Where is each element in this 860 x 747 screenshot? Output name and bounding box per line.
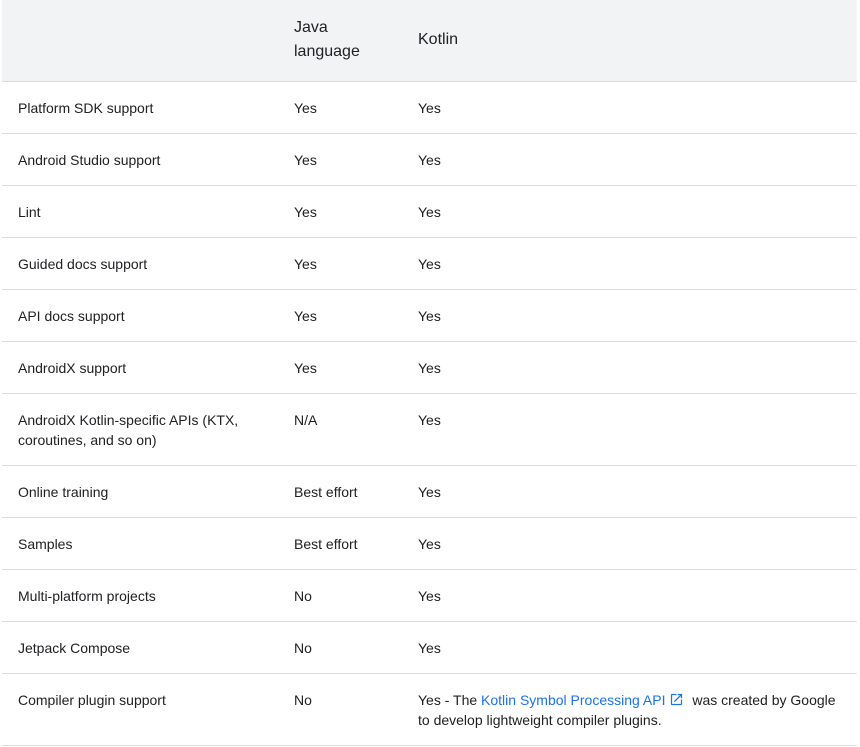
table-header: Java language Kotlin: [2, 0, 857, 82]
feature-cell: Online training: [2, 465, 278, 518]
external-link-icon[interactable]: [669, 692, 684, 707]
table-row: Lint Yes Yes: [2, 185, 857, 238]
java-cell: No: [278, 673, 402, 746]
feature-cell: Samples: [2, 517, 278, 570]
feature-cell: AndroidX support: [2, 341, 278, 394]
java-cell: Best effort: [278, 517, 402, 570]
kotlin-cell: Yes: [402, 237, 857, 290]
ksp-link[interactable]: Kotlin Symbol Processing API: [481, 692, 665, 708]
feature-cell: Compiler plugin support: [2, 673, 278, 746]
header-feature: [2, 0, 278, 82]
java-cell: Best effort: [278, 465, 402, 518]
feature-cell: Guided docs support: [2, 237, 278, 290]
kotlin-prefix-text: Yes - The: [418, 691, 482, 708]
kotlin-cell: Yes: [402, 133, 857, 186]
feature-cell: Android Studio support: [2, 133, 278, 186]
java-cell: Yes: [278, 237, 402, 290]
table-row: Jetpack Compose No Yes: [2, 621, 857, 674]
java-cell: Yes: [278, 289, 402, 342]
java-cell: Yes: [278, 341, 402, 394]
header-kotlin: Kotlin: [402, 0, 857, 82]
table-row: Samples Best effort Yes: [2, 517, 857, 570]
kotlin-cell: Yes: [402, 393, 857, 466]
header-row: Java language Kotlin: [2, 0, 857, 82]
feature-cell: AndroidX Kotlin-specific APIs (KTX, coro…: [2, 393, 278, 466]
kotlin-cell: Yes: [402, 465, 857, 518]
header-java: Java language: [278, 0, 402, 82]
feature-cell: Jetpack Compose: [2, 621, 278, 674]
header-java-line1: Java: [294, 19, 328, 37]
kotlin-cell: Yes: [402, 341, 857, 394]
kotlin-cell: Yes - The Kotlin Symbol Processing API w…: [402, 673, 857, 746]
table-row: AndroidX Kotlin-specific APIs (KTX, coro…: [2, 393, 857, 466]
kotlin-cell: Yes: [402, 289, 857, 342]
kotlin-cell: Yes: [402, 81, 857, 134]
feature-cell: API docs support: [2, 289, 278, 342]
kotlin-cell: Yes: [402, 569, 857, 622]
comparison-table: Java language Kotlin Platform SDK support…: [2, 0, 857, 746]
java-cell: No: [278, 569, 402, 622]
table-row: Guided docs support Yes Yes: [2, 237, 857, 290]
table-row: AndroidX support Yes Yes: [2, 341, 857, 394]
java-cell: N/A: [278, 393, 402, 466]
table-row: Compiler plugin support No Yes - The Kot…: [2, 673, 857, 746]
table-row: API docs support Yes Yes: [2, 289, 857, 342]
kotlin-cell: Yes: [402, 621, 857, 674]
table-row: Platform SDK support Yes Yes: [2, 81, 857, 134]
table-body: Platform SDK support Yes Yes Android Stu…: [2, 81, 857, 746]
java-cell: Yes: [278, 185, 402, 238]
feature-cell: Multi-platform projects: [2, 569, 278, 622]
java-cell: Yes: [278, 133, 402, 186]
feature-cell: Lint: [2, 185, 278, 238]
table-row: Multi-platform projects No Yes: [2, 569, 857, 622]
table-row: Online training Best effort Yes: [2, 465, 857, 518]
feature-cell: Platform SDK support: [2, 81, 278, 134]
kotlin-cell: Yes: [402, 517, 857, 570]
header-java-line2: language: [294, 43, 360, 61]
kotlin-cell: Yes: [402, 185, 857, 238]
java-cell: Yes: [278, 81, 402, 134]
java-cell: No: [278, 621, 402, 674]
table-row: Android Studio support Yes Yes: [2, 133, 857, 186]
